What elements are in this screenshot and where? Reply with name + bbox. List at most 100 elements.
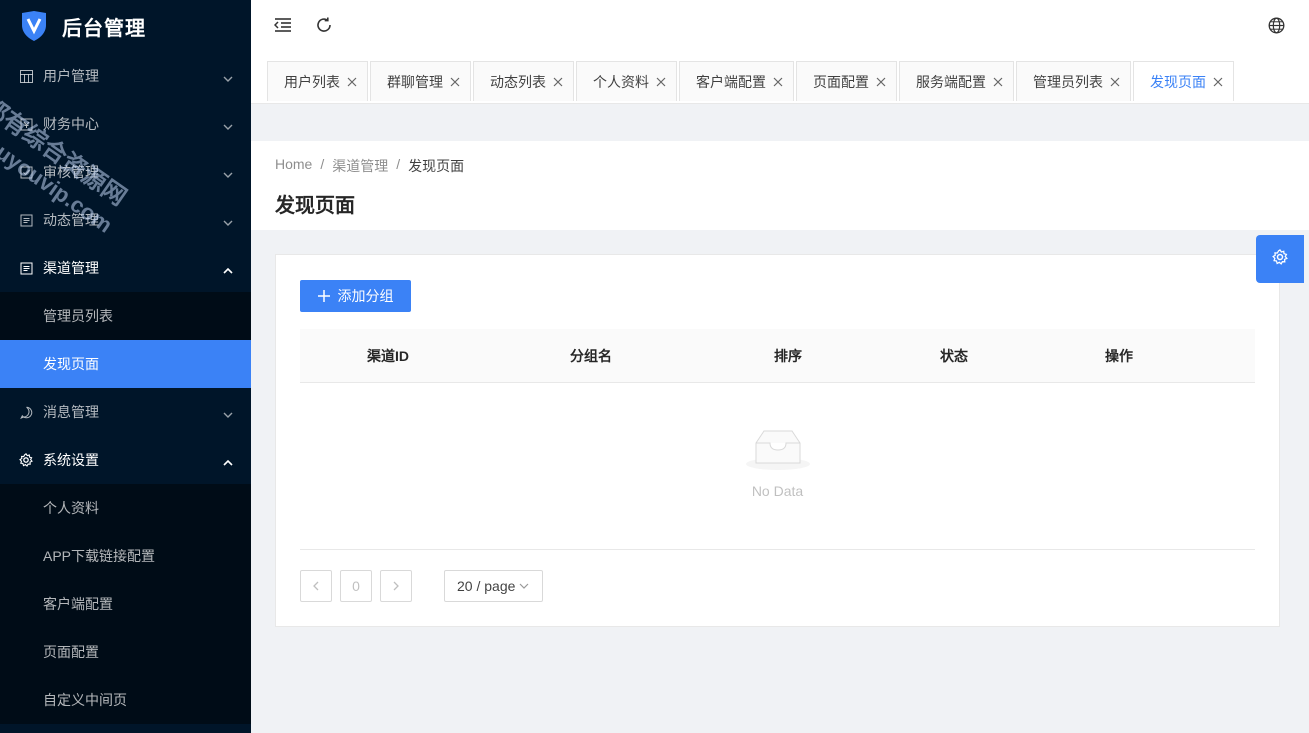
chevron-down-icon [223, 167, 233, 178]
sidebar-item-channels[interactable]: 渠道管理 [0, 244, 251, 292]
logo-shield-icon [20, 11, 48, 41]
globe-icon[interactable] [1265, 14, 1287, 36]
tab-discover-page[interactable]: 发现页面 [1133, 61, 1234, 101]
close-icon[interactable] [450, 77, 460, 87]
close-icon[interactable] [1213, 77, 1223, 87]
tab-label: 用户列表 [284, 73, 340, 90]
tab-server-config[interactable]: 服务端配置 [899, 61, 1014, 101]
top-header [251, 0, 1309, 52]
menu-fold-icon[interactable] [272, 14, 294, 36]
chevron-left-icon [312, 578, 320, 594]
sidebar-item-finance[interactable]: 财务中心 [0, 100, 251, 148]
chevron-up-icon [223, 455, 233, 466]
tab-client-config[interactable]: 客户端配置 [679, 61, 794, 101]
breadcrumb-separator: / [396, 156, 401, 172]
tab-user-list[interactable]: 用户列表 [267, 61, 368, 101]
page-header: Home / 渠道管理 / 发现页面 发现页面 [251, 141, 1309, 230]
current-page[interactable]: 0 [340, 570, 372, 602]
logo[interactable]: 后台管理 [0, 0, 251, 52]
empty-inbox-icon [746, 429, 810, 476]
close-icon[interactable] [993, 77, 1003, 87]
chevron-down-icon [223, 119, 233, 130]
page-title: 发现页面 [275, 195, 355, 217]
sidebar-item-feeds[interactable]: 动态管理 [0, 196, 251, 244]
reload-icon[interactable] [313, 14, 335, 36]
breadcrumb-current: 发现页面 [408, 158, 465, 174]
tab-group-chat[interactable]: 群聊管理 [370, 61, 471, 101]
chevron-down-icon [223, 71, 233, 82]
tab-label: 发现页面 [1150, 73, 1206, 90]
sidebar-item-label: 消息管理 [43, 404, 99, 420]
sidebar-subitem-discover-page[interactable]: 发现页面 [0, 340, 251, 388]
tab-label: 管理员列表 [1033, 73, 1103, 90]
tab-feed-list[interactable]: 动态列表 [473, 61, 574, 101]
column-header-group-name[interactable]: 分组名 [570, 346, 612, 366]
page-size-value: 20 / page [457, 578, 516, 594]
submenu-channels: 管理员列表 发现页面 [0, 292, 251, 388]
tab-label: 客户端配置 [696, 73, 766, 90]
sidebar-item-user-management[interactable]: 用户管理 [0, 52, 251, 100]
sidebar-item-label: 系统设置 [43, 452, 99, 468]
tab-admin-list[interactable]: 管理员列表 [1016, 61, 1131, 101]
column-header-channel-id[interactable]: 渠道ID [367, 346, 409, 366]
next-page-button[interactable] [380, 570, 412, 602]
tab-bar: 用户列表 群聊管理 动态列表 个人资料 客户端配置 页面配置 服务端配置 管理员… [251, 52, 1309, 104]
close-icon[interactable] [773, 77, 783, 87]
table-icon [19, 69, 33, 83]
gear-icon [19, 453, 33, 467]
close-icon[interactable] [553, 77, 563, 87]
page-size-select[interactable]: 20 / page [444, 570, 543, 602]
settings-drawer-button[interactable] [1256, 235, 1304, 283]
add-group-button[interactable]: 添加分组 [300, 280, 411, 312]
chevron-down-icon [223, 407, 233, 418]
breadcrumb-channels[interactable]: 渠道管理 [332, 156, 388, 176]
close-icon[interactable] [1110, 77, 1120, 87]
gear-icon [1272, 248, 1288, 270]
prev-page-button[interactable] [300, 570, 332, 602]
sidebar-subitem-custom-landing[interactable]: 自定义中间页 [0, 676, 251, 724]
tab-label: 个人资料 [593, 73, 649, 90]
chevron-down-icon [519, 582, 529, 590]
tab-label: 服务端配置 [916, 73, 986, 90]
tab-profile[interactable]: 个人资料 [576, 61, 677, 101]
chevron-down-icon [223, 215, 233, 226]
sidebar-subitem-admin-list[interactable]: 管理员列表 [0, 292, 251, 340]
wallet-icon [19, 117, 33, 131]
pagination: 0 20 / page [300, 570, 543, 602]
add-group-label: 添加分组 [337, 288, 394, 304]
sidebar: 后台管理 用户管理 财务中心 审核管理 动态管理 渠道管理 管理员列表 发现页面… [0, 0, 251, 733]
app-title: 后台管理 [62, 17, 146, 40]
column-header-actions[interactable]: 操作 [1105, 346, 1133, 366]
sidebar-subitem-app-download-config[interactable]: APP下载链接配置 [0, 532, 251, 580]
file-icon [19, 261, 33, 275]
breadcrumb-home[interactable]: Home [275, 156, 312, 176]
content-card: 添加分组 渠道ID 分组名 排序 状态 操作 No Data 0 20 / pa… [275, 254, 1280, 627]
tab-page-config[interactable]: 页面配置 [796, 61, 897, 101]
close-icon[interactable] [876, 77, 886, 87]
breadcrumb-separator: / [320, 156, 325, 172]
sidebar-subitem-page-config[interactable]: 页面配置 [0, 628, 251, 676]
groups-table: 渠道ID 分组名 排序 状态 操作 No Data [300, 329, 1255, 550]
column-header-sort[interactable]: 排序 [774, 346, 802, 366]
table-body: No Data [300, 383, 1255, 550]
sidebar-item-review[interactable]: 审核管理 [0, 148, 251, 196]
chevron-up-icon [223, 263, 233, 274]
sidebar-item-messages[interactable]: 消息管理 [0, 388, 251, 436]
sidebar-item-label: 审核管理 [43, 164, 99, 180]
breadcrumb: Home / 渠道管理 / 发现页面 [275, 156, 1285, 176]
empty-text: No Data [751, 483, 804, 499]
sidebar-item-label: 用户管理 [43, 68, 99, 84]
chevron-right-icon [392, 578, 400, 594]
sidebar-item-label: 财务中心 [43, 116, 99, 132]
column-header-status[interactable]: 状态 [940, 346, 968, 366]
sidebar-item-system-settings[interactable]: 系统设置 [0, 436, 251, 484]
sidebar-subitem-client-config[interactable]: 客户端配置 [0, 580, 251, 628]
checkbox-icon [19, 165, 33, 179]
close-icon[interactable] [656, 77, 666, 87]
table-header: 渠道ID 分组名 排序 状态 操作 [300, 329, 1255, 383]
tab-label: 群聊管理 [387, 73, 443, 90]
close-icon[interactable] [347, 77, 357, 87]
sidebar-subitem-profile[interactable]: 个人资料 [0, 484, 251, 532]
tab-label: 动态列表 [490, 73, 546, 90]
chat-icon [19, 405, 33, 419]
